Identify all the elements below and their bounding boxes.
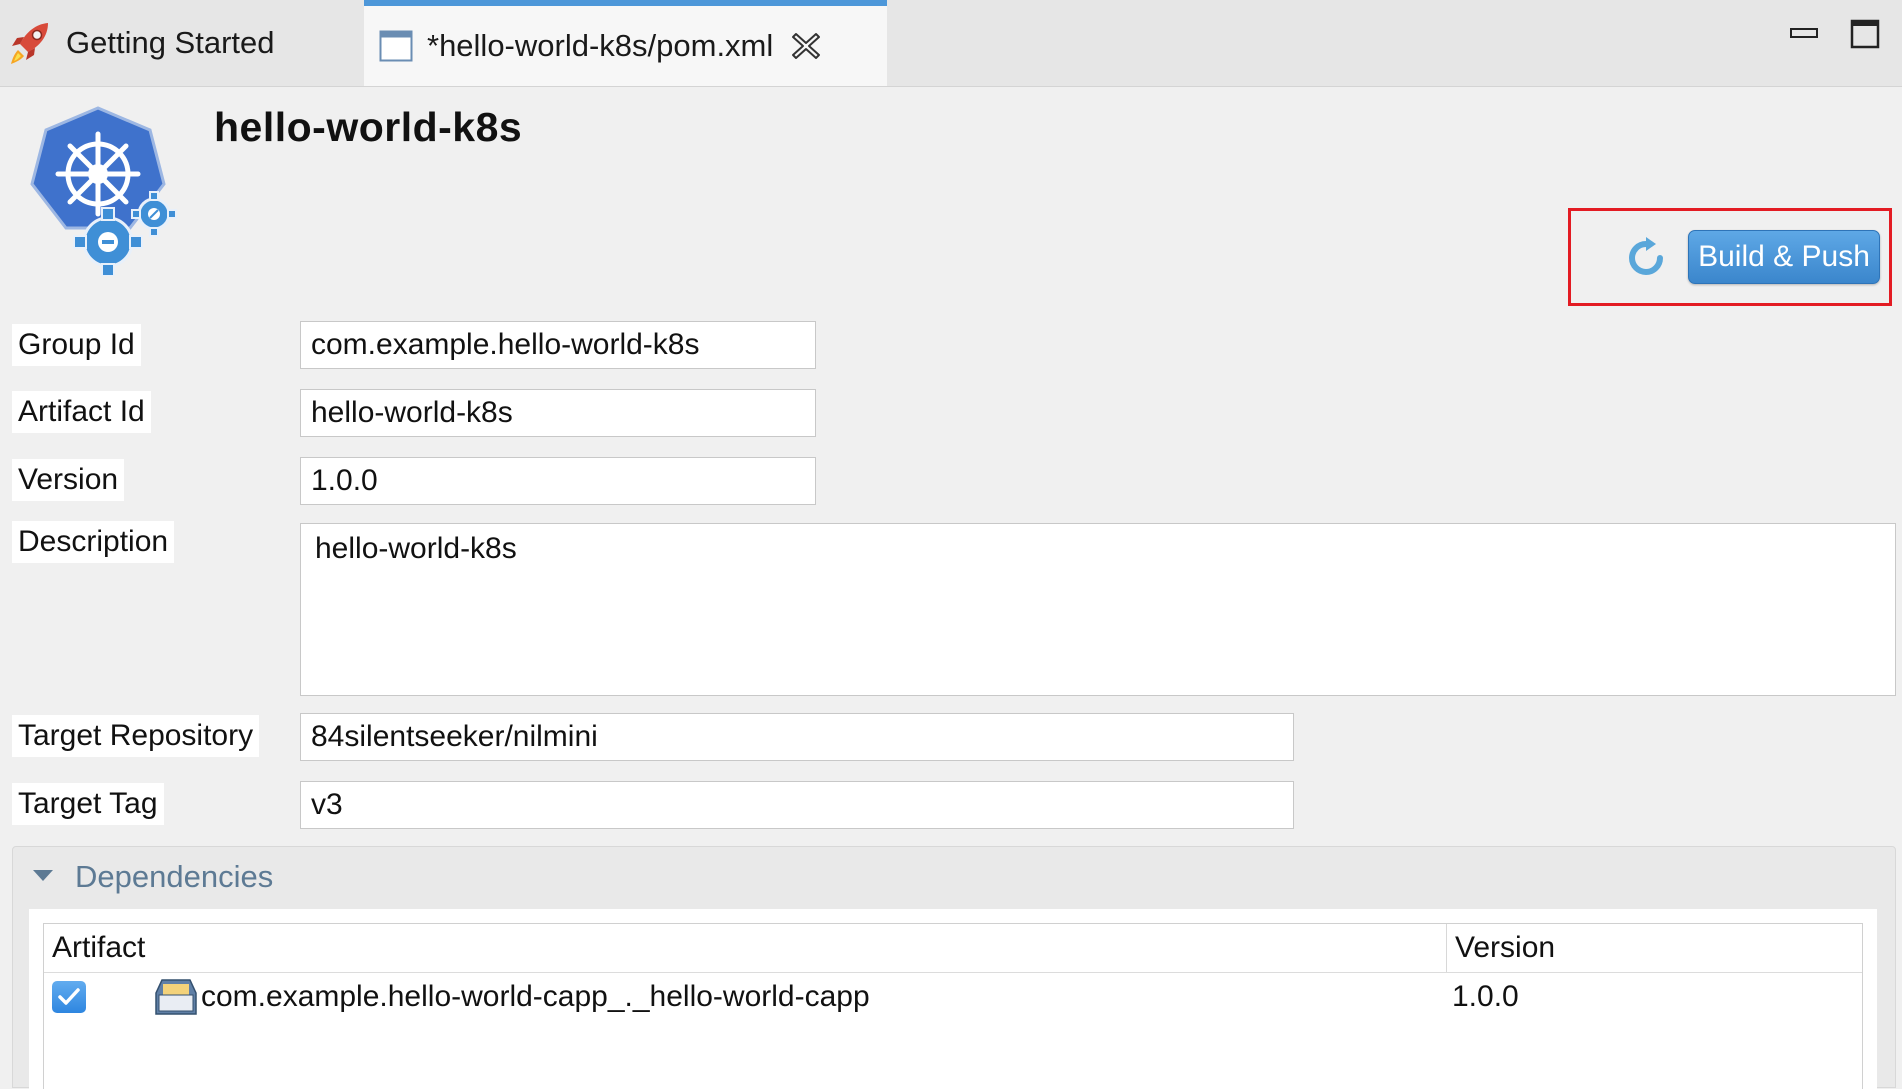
dependency-checkbox[interactable] (52, 981, 86, 1013)
target-repository-field[interactable] (300, 713, 1294, 761)
column-header-artifact[interactable]: Artifact (44, 924, 1446, 972)
editor-file-icon (379, 30, 413, 62)
tab-label: Getting Started (66, 25, 275, 60)
minimize-icon[interactable] (1788, 18, 1820, 50)
dependencies-table: Artifact Version com.example.hello-world… (43, 923, 1863, 1089)
artifact-id-label: Artifact Id (12, 391, 151, 433)
maximize-icon[interactable] (1849, 18, 1881, 50)
dependency-version: 1.0.0 (1452, 980, 1519, 1013)
version-field[interactable] (300, 457, 816, 505)
column-header-version[interactable]: Version (1446, 924, 1864, 972)
build-push-button[interactable]: Build & Push (1688, 230, 1880, 284)
tab-getting-started[interactable]: Getting Started (0, 0, 364, 86)
target-tag-field[interactable] (300, 781, 1294, 829)
target-repository-label: Target Repository (12, 715, 260, 757)
artifact-id-field[interactable] (300, 389, 816, 437)
table-row[interactable]: com.example.hello-world-capp_._hello-wor… (44, 973, 1862, 1021)
close-tab-icon[interactable] (791, 31, 821, 61)
group-id-field[interactable] (300, 321, 816, 369)
project-title: hello-world-k8s (214, 104, 523, 150)
tab-label: *hello-world-k8s/pom.xml (427, 28, 774, 63)
dependencies-toggle[interactable]: Dependencies (31, 859, 273, 895)
version-label: Version (12, 459, 125, 501)
target-tag-label: Target Tag (12, 783, 164, 825)
archive-icon (154, 977, 198, 1022)
dependencies-section: Dependencies Artifact Version com.exampl… (12, 846, 1896, 1089)
expand-triangle-icon (31, 867, 55, 888)
tab-pom-xml[interactable]: *hello-world-k8s/pom.xml (364, 0, 887, 86)
description-label: Description (12, 521, 175, 563)
rocket-icon (8, 20, 52, 66)
description-field[interactable]: hello-world-k8s (300, 523, 1896, 696)
dependencies-title: Dependencies (75, 859, 274, 894)
dependency-artifact: com.example.hello-world-capp_._hello-wor… (201, 980, 870, 1013)
editor-tab-bar: Getting Started *hello-world-k8s/pom.xml (0, 0, 1902, 87)
refresh-icon[interactable] (1624, 236, 1668, 285)
kubernetes-gears-icon (26, 104, 186, 281)
dependencies-panel: Artifact Version com.example.hello-world… (29, 909, 1877, 1089)
group-id-label: Group Id (12, 324, 141, 366)
